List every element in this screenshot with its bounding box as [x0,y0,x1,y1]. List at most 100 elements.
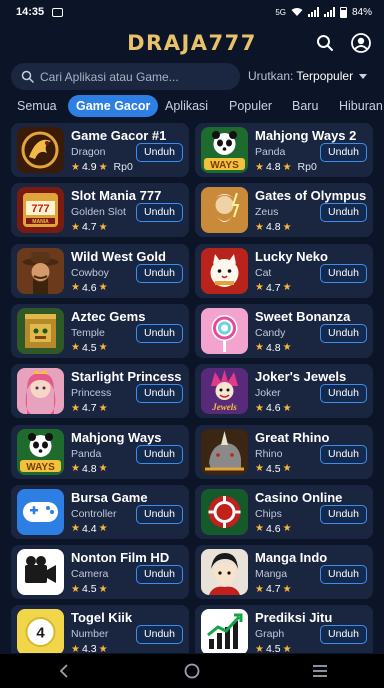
svg-text:Jewels: Jewels [211,402,237,412]
app-category: Joker [255,387,281,400]
app-card[interactable]: Gates of Olympus Zeus ★ 4.8 ★ Unduh [195,183,373,238]
star-icon: ★ [255,643,264,653]
panda-ways-icon: WAYS [17,428,64,475]
app-category: Dragon [71,146,106,158]
app-card[interactable]: Casino Online Chips ★ 4.6 ★ Unduh [195,484,373,539]
app-card[interactable]: Manga Indo Manga ★ 4.7 ★ Unduh [195,545,373,600]
chevron-down-icon [359,73,368,79]
download-button[interactable]: Unduh [136,504,183,524]
download-button[interactable]: Unduh [320,203,367,223]
download-button[interactable]: Unduh [136,203,183,223]
search-input[interactable] [40,69,220,84]
download-button[interactable]: Unduh [136,565,183,585]
app-title: Mahjong Ways [71,429,162,445]
app-card[interactable]: Prediksi Jitu Graph ★ 4.5 ★ Unduh [195,605,373,653]
app-card[interactable]: Aztec Gems Temple ★ 4.5 ★ Unduh [11,303,189,358]
app-category: Manga [255,568,288,581]
search-row: Urutkan: Terpopuler [0,62,384,92]
app-card[interactable]: 4 Togel Kiik Number ★ 4.3 ★ Unduh [11,605,189,653]
sort-dropdown[interactable]: Urutkan: Terpopuler [248,69,368,83]
user-profile-icon [351,33,371,53]
download-button[interactable]: Unduh [136,625,183,645]
search-box[interactable] [11,63,240,90]
star-icon: ★ [282,282,292,294]
nav-home-button[interactable] [172,659,212,683]
star-icon: ★ [282,523,292,535]
manga-icon [201,549,248,596]
app-title: Sweet Bonanza [255,308,351,324]
app-card[interactable]: Starlight Princess Princess ★ 4.7 ★ Unduh [11,364,189,419]
app-card[interactable]: Wild West Gold Cowboy ★ 4.6 ★ Unduh [11,243,189,298]
star-icon: ★ [255,583,264,595]
rhino-icon [201,428,248,475]
download-button[interactable]: Unduh [320,625,367,645]
app-title: Game Gacor #1 [71,128,167,143]
download-button[interactable]: Unduh [136,263,183,283]
download-button[interactable]: Unduh [320,323,367,343]
app-rating: ★ 4.9 ★ Rp0 [71,161,133,173]
app-title: Prediksi Jitu [255,610,333,626]
app-rating: ★ 4.5 ★ [71,342,108,354]
tab-baru[interactable]: Baru [292,95,318,117]
star-icon: ★ [71,643,80,653]
search-button[interactable] [314,32,336,54]
zeus-icon [201,187,248,234]
app-category: Golden Slot [71,206,126,219]
app-card[interactable]: WAYS Mahjong Ways Panda ★ 4.8 ★ Unduh [11,424,189,479]
download-button[interactable]: Unduh [320,263,367,283]
download-button[interactable]: Unduh [136,444,183,464]
star-icon: ★ [255,342,264,354]
lottery-ball-icon: 4 [17,609,64,653]
download-button[interactable]: Unduh [320,384,367,404]
download-button[interactable]: Unduh [320,444,367,464]
app-card[interactable]: Jewels Joker's Jewels Joker ★ 4.6 ★ Unduh [195,364,373,419]
star-icon: ★ [255,161,264,173]
download-button[interactable]: Unduh [320,565,367,585]
app-rating: ★ 4.8 ★ [71,463,108,475]
download-button[interactable]: Unduh [136,143,183,162]
app-card[interactable]: Nonton Film HD Camera ★ 4.5 ★ Unduh [11,545,189,600]
svg-text:WAYS: WAYS [210,160,239,171]
sort-label: Urutkan: [248,69,294,83]
download-button[interactable]: Unduh [136,384,183,404]
download-button[interactable]: Unduh [136,323,183,343]
princess-icon [17,368,64,415]
star-icon: ★ [282,342,292,354]
tab-game-gacor[interactable]: Game Gacor [68,95,159,117]
download-button[interactable]: Unduh [320,504,367,524]
app-rating: ★ 4.8 ★ [255,221,292,233]
joker-icon: Jewels [201,368,248,415]
star-icon: ★ [282,161,292,173]
app-card[interactable]: Sweet Bonanza Candy ★ 4.8 ★ Unduh [195,303,373,358]
nav-recents-button[interactable] [300,659,340,683]
app-card[interactable]: Bursa Game Controller ★ 4.4 ★ Unduh [11,484,189,539]
app-card[interactable]: WAYS Mahjong Ways 2 Panda ★ 4.8 ★ Rp0 Unduh [195,123,373,177]
app-category: Temple [71,326,105,339]
app-rating: ★ 4.8 ★ [255,342,292,354]
star-icon: ★ [98,282,108,294]
app-category: Controller [71,507,117,520]
app-card[interactable]: 777 MANIA Slot Mania 777 Golden Slot ★ 4.7 ★ Un… [11,183,189,238]
nav-back-button[interactable] [44,659,84,683]
app-card[interactable]: Great Rhino Rhino ★ 4.5 ★ Unduh [195,424,373,479]
svg-text:777: 777 [31,203,49,215]
profile-button[interactable] [350,32,372,54]
app-category: Zeus [255,206,279,219]
tab-aplikasi[interactable]: Aplikasi [165,95,208,117]
app-title: Bursa Game [71,489,148,505]
home-icon [184,663,200,679]
app-title: Aztec Gems [71,308,146,324]
app-title: Wild West Gold [71,248,166,264]
download-button[interactable]: Unduh [320,143,367,162]
star-icon: ★ [282,583,292,595]
tab-populer[interactable]: Populer [229,95,272,117]
rating-value: 4.8 [265,221,281,234]
app-card[interactable]: Game Gacor #1 Dragon ★ 4.9 ★ Rp0 Unduh [11,123,189,177]
app-title: Lucky Neko [255,248,328,264]
tab-semua[interactable]: Semua [17,95,57,117]
app-rating: ★ 4.7 ★ [71,402,108,414]
app-title: Casino Online [255,489,343,505]
app-card[interactable]: Lucky Neko Cat ★ 4.7 ★ Unduh [195,243,373,298]
tab-hiburan[interactable]: Hiburan [339,95,383,117]
rating-value: 4.6 [81,281,97,294]
